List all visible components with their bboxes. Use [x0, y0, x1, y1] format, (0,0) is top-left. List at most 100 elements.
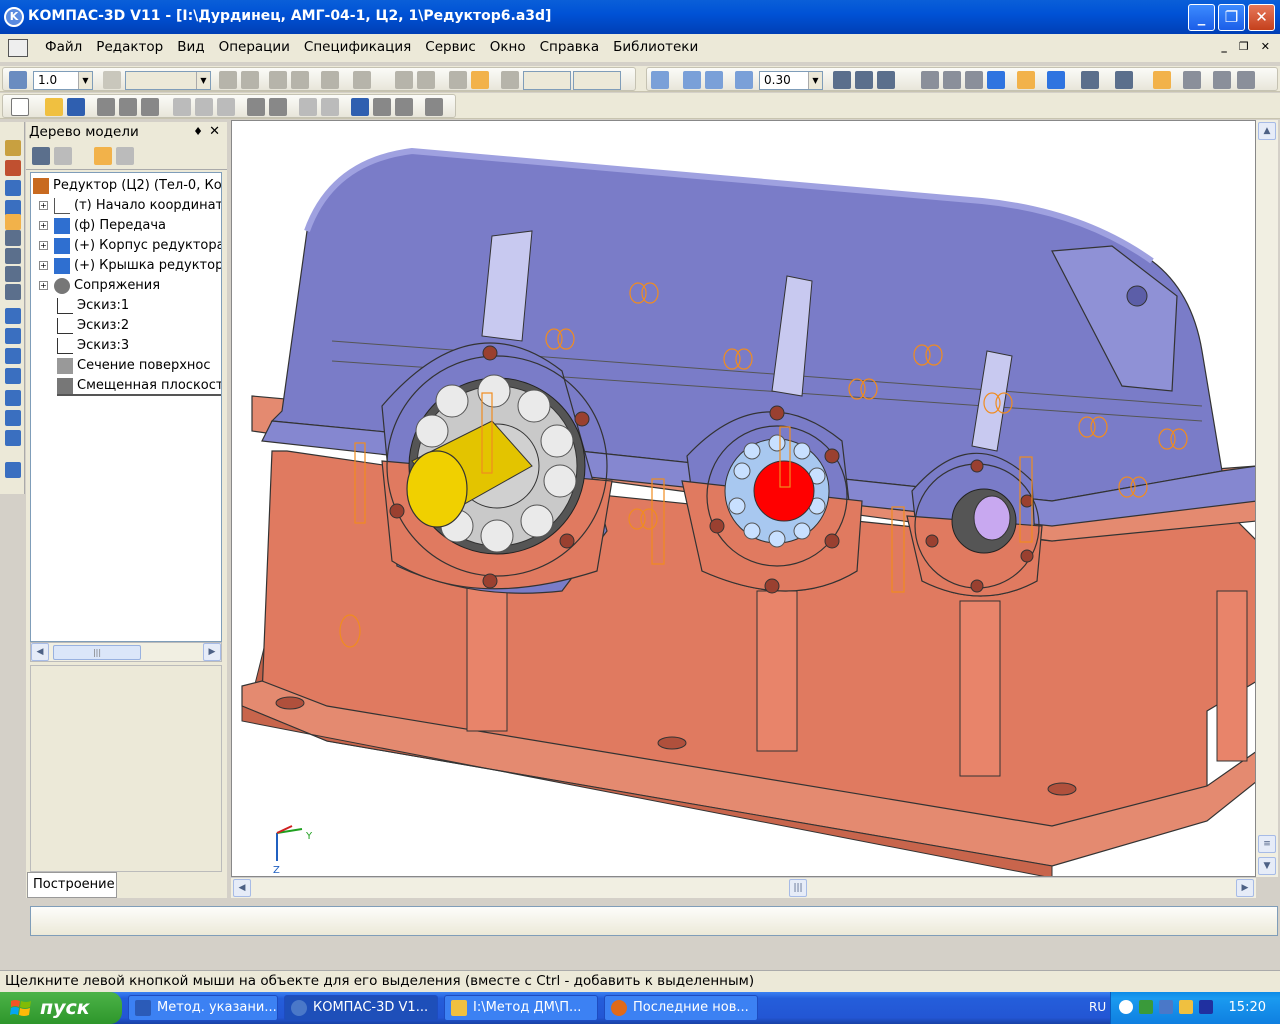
tree-structure-icon[interactable]: [32, 147, 50, 165]
menu-specification[interactable]: Спецификация: [297, 39, 418, 55]
scroll-down-icon[interactable]: ▼: [1258, 857, 1276, 875]
tree-node-section[interactable]: Сечение поверхнос: [57, 356, 211, 376]
surfaces-icon[interactable]: [5, 180, 21, 196]
task-kompas[interactable]: КОМПАС-3D V1...: [284, 995, 438, 1021]
document-icon[interactable]: [8, 39, 28, 57]
task-word[interactable]: Метод. указани...: [128, 995, 278, 1021]
tree-view-icon[interactable]: [94, 147, 112, 165]
tree-node-housing[interactable]: + (+) Корпус редуктора: [39, 236, 221, 256]
maximize-button[interactable]: ❐: [1218, 4, 1245, 31]
pin-icon[interactable]: ♦: [193, 122, 203, 142]
start-button[interactable]: пуск: [0, 992, 122, 1024]
tree-node-sketch-3[interactable]: Эскиз:3: [57, 336, 129, 356]
tree-node-assembly[interactable]: Редуктор (Ц2) (Тел-0, Ко: [33, 176, 221, 196]
tree-node-cover[interactable]: + (+) Крышка редуктора: [39, 256, 221, 276]
expand-icon[interactable]: +: [39, 281, 48, 290]
properties-icon[interactable]: [1213, 71, 1231, 89]
spec-icon[interactable]: [5, 284, 21, 300]
tree-node-gear[interactable]: + (ф) Передача: [39, 216, 166, 236]
edit-sketch-icon[interactable]: [5, 140, 21, 156]
cut-op-icon[interactable]: [5, 390, 21, 406]
fx-icon[interactable]: [395, 98, 413, 116]
menu-help[interactable]: Справка: [533, 39, 606, 55]
zoom-in-icon[interactable]: [683, 71, 701, 89]
snap-icon[interactable]: [9, 71, 27, 89]
expand-icon[interactable]: +: [39, 221, 48, 230]
scroll-right-icon[interactable]: ▶: [203, 643, 221, 661]
scroll-thumb[interactable]: |||: [53, 645, 141, 660]
model-viewport[interactable]: Y Z: [231, 120, 1256, 877]
save-icon[interactable]: [67, 98, 85, 116]
undo-icon[interactable]: [299, 98, 317, 116]
close-icon[interactable]: ✕: [209, 122, 220, 142]
axis-tool-icon[interactable]: [5, 328, 21, 344]
rotate-icon[interactable]: [855, 71, 873, 89]
manager-icon[interactable]: [1183, 71, 1201, 89]
print-setup-icon[interactable]: [141, 98, 159, 116]
chevron-down-icon[interactable]: ▼: [808, 72, 822, 89]
menu-view[interactable]: Вид: [170, 39, 211, 55]
menu-libraries[interactable]: Библиотеки: [606, 39, 705, 55]
tray-app-icon[interactable]: [1139, 1000, 1153, 1014]
shaded-edges-icon[interactable]: [1017, 71, 1035, 89]
library-icon[interactable]: [5, 462, 21, 478]
zoom-window-icon[interactable]: [651, 71, 669, 89]
filter-icon[interactable]: [1081, 71, 1099, 89]
print-icon[interactable]: [97, 98, 115, 116]
wireframe-icon[interactable]: [921, 71, 939, 89]
expand-icon[interactable]: +: [39, 241, 48, 250]
viewport-vertical-scrollbar[interactable]: ▲ ≡ ▼: [1256, 120, 1278, 877]
tray-kompas-icon[interactable]: [1159, 1000, 1173, 1014]
shaded-icon[interactable]: [987, 71, 1005, 89]
gearbox-3d-model[interactable]: Y Z: [232, 121, 1256, 877]
tree-expand-icon[interactable]: [116, 147, 134, 165]
kompas-app-icon[interactable]: K: [4, 7, 24, 27]
filter2-icon[interactable]: [1115, 71, 1133, 89]
scroll-up-icon[interactable]: ▲: [1258, 122, 1276, 140]
selection-filter-icon[interactable]: [1153, 71, 1171, 89]
assembly-ops-icon[interactable]: [5, 214, 21, 230]
minimize-button[interactable]: _: [1188, 4, 1215, 31]
menu-file[interactable]: Файл: [38, 39, 89, 55]
scroll-thumb[interactable]: ≡: [1258, 835, 1276, 853]
plane-tool-icon[interactable]: [5, 308, 21, 324]
pan-icon[interactable]: [833, 71, 851, 89]
viewport-horizontal-scrollbar[interactable]: ◀ ||| ▶: [231, 877, 1256, 898]
shell-icon[interactable]: [5, 430, 21, 446]
scroll-right-icon[interactable]: ▶: [1236, 879, 1254, 897]
menu-window[interactable]: Окно: [483, 39, 533, 55]
new-file-icon[interactable]: [11, 98, 29, 116]
tree-node-origin[interactable]: + (т) Начало координат: [39, 196, 221, 216]
expand-icon[interactable]: +: [39, 201, 48, 210]
orientation-icon[interactable]: [877, 71, 895, 89]
extrude-icon[interactable]: [5, 348, 21, 364]
tab-construction[interactable]: Построение: [27, 872, 117, 898]
dimensions-icon[interactable]: [5, 230, 21, 246]
paste-icon[interactable]: [217, 98, 235, 116]
manager-library-icon[interactable]: [351, 98, 369, 116]
filters-icon[interactable]: [5, 266, 21, 282]
redo-icon[interactable]: [321, 98, 339, 116]
mdi-minimize-button[interactable]: _: [1221, 40, 1227, 53]
measure-icon[interactable]: [5, 248, 21, 264]
close-button[interactable]: ✕: [1248, 4, 1275, 31]
perspective-icon[interactable]: [1047, 71, 1065, 89]
scroll-left-icon[interactable]: ◀: [31, 643, 49, 661]
mdi-restore-button[interactable]: ❐: [1239, 40, 1249, 53]
zoom-scale-icon[interactable]: [735, 71, 753, 89]
scroll-left-icon[interactable]: ◀: [233, 879, 251, 897]
expand-icon[interactable]: +: [39, 261, 48, 270]
tray-warning-icon[interactable]: [1179, 1000, 1193, 1014]
preview-icon[interactable]: [119, 98, 137, 116]
help-cursor-icon[interactable]: [425, 98, 443, 116]
thin-lines-icon[interactable]: [965, 71, 983, 89]
menu-editor[interactable]: Редактор: [89, 39, 170, 55]
mdi-close-button[interactable]: ✕: [1261, 40, 1270, 53]
properties-icon[interactable]: [269, 98, 287, 116]
tree-node-offset-plane[interactable]: Смещенная плоскост: [57, 376, 221, 396]
cut-icon[interactable]: [173, 98, 191, 116]
language-indicator[interactable]: RU: [1089, 1000, 1106, 1014]
coordinates-icon[interactable]: [471, 71, 489, 89]
tree-horizontal-scrollbar[interactable]: ◀ ||| ▶: [30, 642, 222, 662]
step-combo[interactable]: 1.0 ▼: [33, 71, 93, 90]
